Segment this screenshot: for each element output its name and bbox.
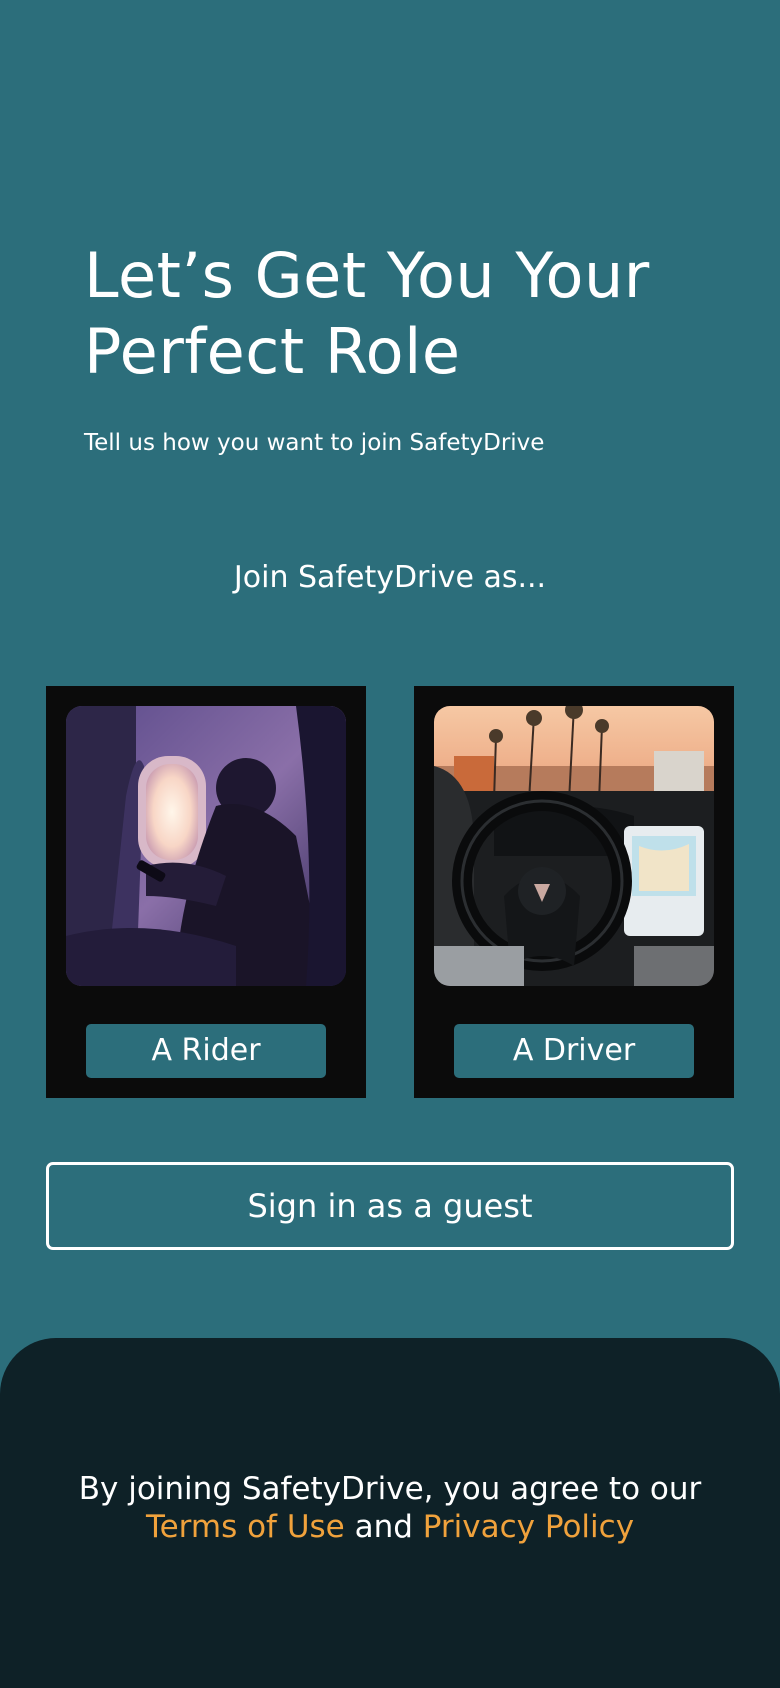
legal-conjunction-text: and [354,1509,413,1545]
legal-notice: By joining SafetyDrive, you agree to our… [0,1470,780,1546]
footer-panel: By joining SafetyDrive, you agree to our… [0,1338,780,1688]
page-subtitle: Tell us how you want to join SafetyDrive [84,430,545,456]
rider-photo [66,706,346,986]
rider-card[interactable]: A Rider [46,686,366,1098]
rider-button[interactable]: A Rider [86,1024,326,1078]
airplane-passenger-photo [66,706,346,986]
driver-button[interactable]: A Driver [454,1024,694,1078]
role-selection-screen: Let’s Get You Your Perfect Role Tell us … [0,0,780,1688]
guest-signin-button[interactable]: Sign in as a guest [46,1162,734,1250]
driver-photo [434,706,714,986]
privacy-policy-link[interactable]: Privacy Policy [423,1509,634,1545]
legal-prefix-text: By joining SafetyDrive, you agree to our [78,1471,702,1507]
join-prompt: Join SafetyDrive as... [233,560,547,595]
car-steering-wheel-photo [434,706,714,986]
driver-card[interactable]: A Driver [414,686,734,1098]
terms-of-use-link[interactable]: Terms of Use [146,1509,345,1545]
page-title: Let’s Get You Your Perfect Role [84,239,650,388]
